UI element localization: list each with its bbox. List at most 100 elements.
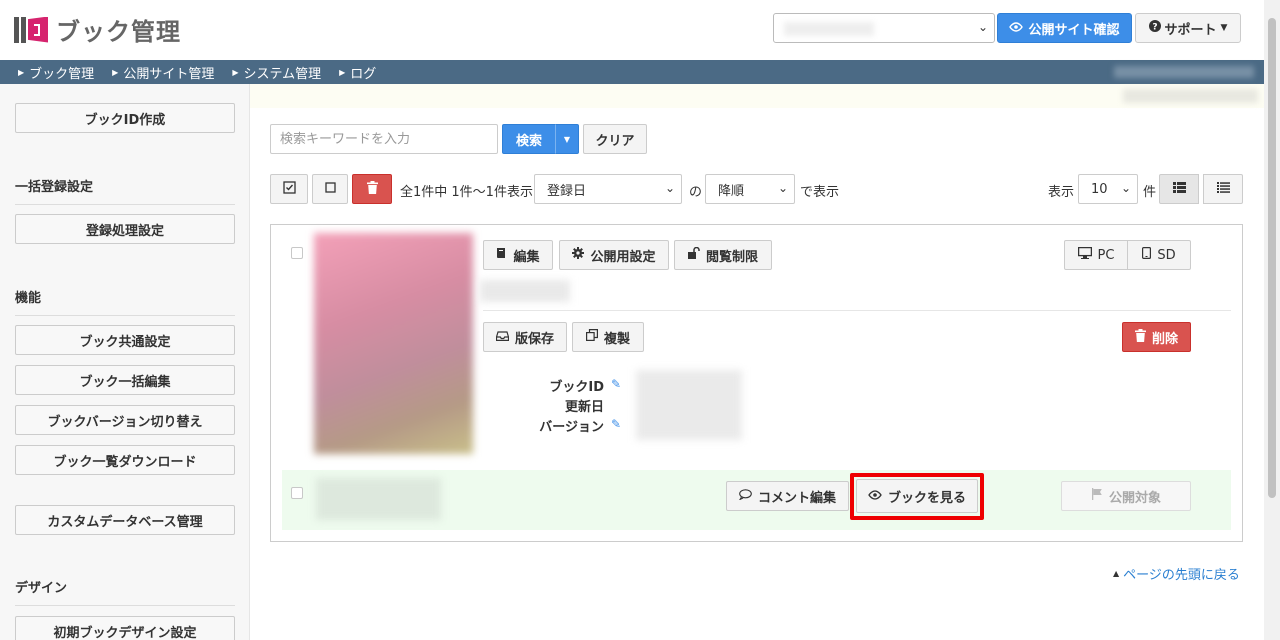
search-button[interactable]: 検索	[502, 124, 556, 154]
search-input[interactable]	[270, 124, 498, 154]
public-target-label: 公開対象	[1108, 490, 1161, 506]
scrollbar-thumb[interactable]	[1268, 18, 1276, 498]
check-square-icon	[282, 180, 296, 198]
public-target-button[interactable]: 公開対象	[1061, 481, 1191, 511]
book-list-download-button[interactable]: ブック一覧ダウンロード	[15, 445, 235, 475]
search-options-dropdown[interactable]: ▼	[555, 124, 579, 154]
nav-label: システム管理	[243, 66, 322, 82]
view-book-button[interactable]: ブックを見る	[856, 479, 978, 513]
row-checkbox[interactable]	[291, 487, 303, 499]
caret-up-icon: ▲	[1113, 569, 1120, 578]
pencil-icon[interactable]: ✎	[611, 417, 621, 431]
user-info-blurred	[1114, 66, 1254, 78]
delete-book-button[interactable]: 削除	[1122, 322, 1191, 352]
chevron-down-icon: ⌄	[777, 181, 788, 195]
book-icon	[496, 247, 507, 263]
per-page-select[interactable]: 10 ⌄	[1078, 174, 1138, 204]
pc-label: PC	[1097, 247, 1115, 263]
support-dropdown[interactable]: ? サポート ▼	[1135, 13, 1241, 43]
back-to-top-link[interactable]: ▲ ページの先頭に戻る	[1113, 564, 1240, 583]
book-bulk-edit-button[interactable]: ブック一括編集	[15, 365, 235, 395]
grid-view-button[interactable]	[1159, 174, 1199, 204]
row-info-blurred	[316, 478, 441, 520]
list-view-button[interactable]	[1203, 174, 1243, 204]
sidebar	[0, 84, 250, 640]
trash-icon	[366, 180, 378, 198]
divider	[15, 605, 235, 606]
book-title-blurred	[480, 280, 570, 302]
caret-right-icon: ▶	[112, 67, 119, 77]
comment-edit-label: コメント編集	[757, 490, 836, 506]
eye-icon	[868, 489, 882, 504]
display-suffix: で表示	[800, 185, 840, 200]
chevron-down-icon: ⌄	[664, 181, 675, 195]
book-cover-thumbnail[interactable]	[314, 233, 473, 454]
book-version-switch-button[interactable]: ブックバージョン切り替え	[15, 405, 235, 435]
site-select[interactable]: ⌄	[773, 13, 995, 43]
caret-down-icon: ▼	[1220, 23, 1228, 33]
nav-label: ログ	[350, 66, 377, 82]
design-heading: デザイン	[15, 581, 68, 596]
display-label: 表示	[1048, 185, 1075, 200]
nav-item-system[interactable]: ▶ システム管理	[232, 63, 321, 82]
book-common-settings-button[interactable]: ブック共通設定	[15, 325, 235, 355]
logo-icon	[14, 13, 48, 47]
book-id-label: ブックID	[549, 380, 604, 395]
app-header: ブック管理 ⌄ 公開サイト確認 ? サポート ▼	[0, 0, 1280, 60]
duplicate-button[interactable]: 複製	[572, 322, 644, 352]
delete-label: 削除	[1151, 331, 1178, 347]
public-site-button-label: 公開サイト確認	[1028, 22, 1120, 38]
public-site-button[interactable]: 公開サイト確認	[997, 13, 1132, 43]
square-icon	[324, 181, 336, 197]
divider	[15, 315, 235, 316]
list-icon	[1216, 181, 1230, 197]
custom-database-button[interactable]: カスタムデータベース管理	[15, 505, 235, 535]
desktop-icon	[1077, 246, 1092, 263]
caret-down-icon: ▼	[563, 134, 571, 144]
sort-order-value: 降順	[718, 183, 745, 199]
registration-settings-button[interactable]: 登録処理設定	[15, 214, 235, 244]
flag-icon	[1091, 488, 1103, 504]
view-book-label: ブックを見る	[887, 490, 966, 506]
per-page-value: 10	[1091, 181, 1108, 197]
save-version-button[interactable]: 版保存	[483, 322, 567, 352]
publish-settings-button[interactable]: 公開用設定	[559, 240, 669, 270]
access-restriction-label: 閲覧制限	[705, 249, 758, 265]
caret-right-icon: ▶	[232, 67, 239, 77]
question-circle-icon: ?	[1148, 20, 1161, 36]
result-summary: 全1件中 1件〜1件表示	[400, 185, 533, 200]
of-text: の	[689, 185, 703, 200]
inbox-icon	[495, 330, 510, 345]
divider	[15, 204, 235, 205]
sort-field-select[interactable]: 登録日 ⌄	[534, 174, 682, 204]
create-book-id-button[interactable]: ブックID作成	[15, 103, 235, 133]
copy-icon	[585, 329, 598, 345]
initial-book-design-button[interactable]: 初期ブックデザイン設定	[15, 616, 235, 640]
comment-icon	[738, 488, 752, 504]
nav-item-log[interactable]: ▶ ログ	[339, 63, 376, 82]
chevron-down-icon: ⌄	[977, 20, 988, 34]
site-select-value	[784, 22, 874, 36]
unlock-icon	[687, 246, 700, 263]
sd-preview-button[interactable]: SD	[1127, 240, 1191, 270]
select-all-button[interactable]	[270, 174, 308, 204]
clear-button[interactable]: クリア	[583, 124, 647, 154]
sort-order-select[interactable]: 降順 ⌄	[705, 174, 795, 204]
bulk-settings-heading: 一括登録設定	[15, 180, 94, 195]
mobile-icon	[1142, 247, 1152, 263]
bulk-delete-button[interactable]	[352, 174, 392, 204]
access-restriction-button[interactable]: 閲覧制限	[674, 240, 772, 270]
app-title: ブック管理	[56, 18, 181, 46]
pc-preview-button[interactable]: PC	[1064, 240, 1128, 270]
book-select-checkbox[interactable]	[291, 247, 303, 259]
back-to-top-label: ページの先頭に戻る	[1123, 568, 1240, 583]
main-nav: ▶ ブック管理 ▶ 公開サイト管理 ▶ システム管理 ▶ ログ	[0, 60, 1264, 84]
pencil-icon[interactable]: ✎	[611, 377, 621, 391]
nav-item-public-site[interactable]: ▶ 公開サイト管理	[112, 63, 214, 82]
edit-button[interactable]: 編集	[483, 240, 553, 270]
nav-item-book-management[interactable]: ▶ ブック管理	[18, 63, 94, 82]
deselect-all-button[interactable]	[312, 174, 348, 204]
page-scrollbar[interactable]	[1264, 0, 1280, 640]
app-logo[interactable]: ブック管理	[14, 12, 181, 47]
comment-edit-button[interactable]: コメント編集	[726, 481, 849, 511]
